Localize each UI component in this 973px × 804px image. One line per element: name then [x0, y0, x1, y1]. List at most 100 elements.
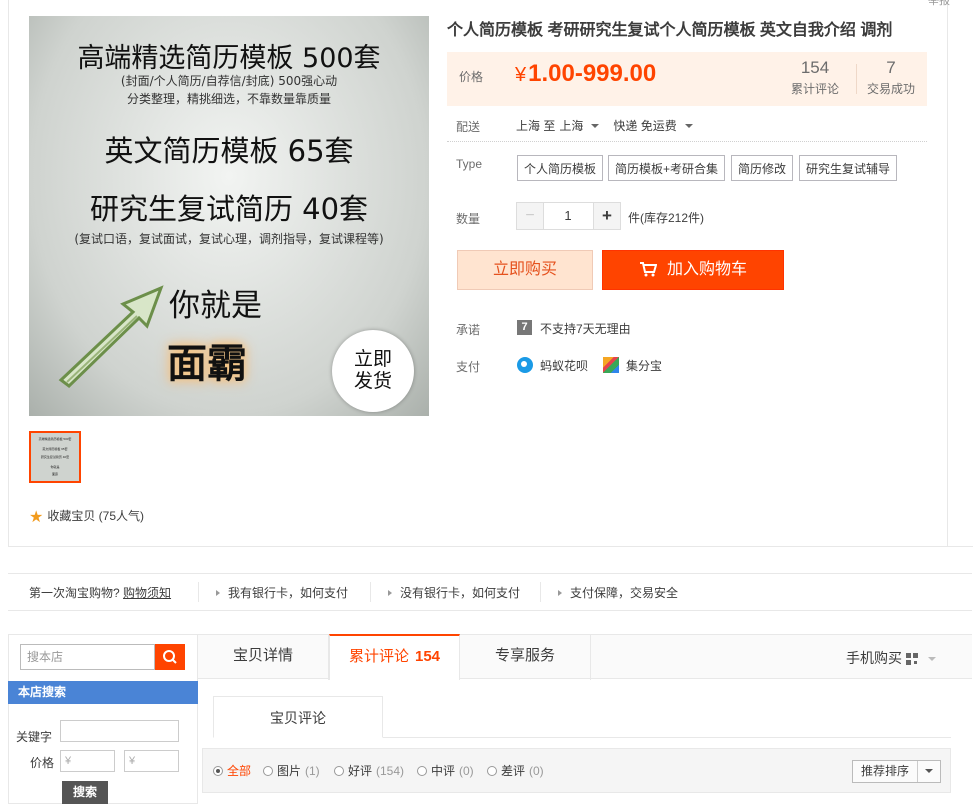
payment-huabei[interactable]: 蚂蚁花呗 [540, 357, 588, 374]
shop-search-button[interactable] [155, 644, 185, 670]
currency-symbol: ¥ [515, 64, 527, 86]
thumb-line-3: 研究生复试简历 40套 [40, 455, 70, 459]
quantity-input[interactable]: 1 [543, 202, 593, 230]
favorite-link[interactable]: ★ 收藏宝贝 (75人气) [29, 507, 144, 527]
add-to-cart-label: 加入购物车 [666, 261, 747, 278]
report-link[interactable]: 举报 [928, 0, 950, 8]
panel-divider [947, 0, 948, 546]
ship-to-select[interactable]: 上海 [559, 119, 609, 133]
price-to-input[interactable]: ¥ [124, 750, 179, 772]
option-resume-edit[interactable]: 简历修改 [731, 155, 794, 181]
sort-select[interactable]: 推荐排序 [852, 760, 941, 783]
quantity-increase-button[interactable]: + [593, 202, 621, 230]
filter-all[interactable]: 全部 [213, 762, 251, 779]
first-time-help: 第一次淘宝购物? 购物须知 [29, 584, 171, 601]
first-time-text: 第一次淘宝购物? [29, 586, 120, 600]
caret-right-icon [216, 590, 220, 596]
buy-now-button[interactable]: 立即购买 [457, 250, 593, 290]
option-resume-template[interactable]: 个人简历模板 [517, 155, 604, 181]
image-line-8: 面霸 [167, 341, 247, 387]
keyword-label: 关键字 [16, 730, 53, 744]
thumbnail-image[interactable]: 高端精选简历模板 500套 英文简历模板 65套 研究生复试简历 40套 你就是… [29, 431, 81, 483]
sales-count-stat: 7 交易成功 [867, 58, 915, 97]
main-product-image[interactable]: 高端精选简历模板 500套 (封面/个人简历/自荐信/封底) 500强心动 分类… [29, 16, 429, 416]
keyword-input[interactable] [60, 720, 179, 742]
seven-day-icon: 7 [517, 320, 532, 335]
thumb-line-2: 英文简历模板 65套 [42, 447, 68, 451]
help-no-bank-card-label: 没有银行卡，如何支付 [400, 586, 521, 600]
price-value: ¥1.00-999.00 [515, 60, 656, 88]
radio-icon [487, 766, 497, 776]
image-line-7: 你就是 [169, 288, 262, 324]
tab-reviews[interactable]: 累计评论 154 [329, 634, 460, 680]
price-range: 1.00-999.00 [528, 60, 657, 87]
mobile-buy-label: 手机购买 [846, 650, 902, 666]
chevron-down-icon[interactable] [917, 761, 940, 782]
tab-details[interactable]: 宝贝详情 [198, 634, 329, 680]
tab-services-label: 专享服务 [494, 647, 555, 664]
option-template-collection[interactable]: 简历模板+考研合集 [608, 155, 726, 181]
price-label: 价格 [459, 70, 484, 84]
tab-services[interactable]: 专享服务 [460, 634, 591, 680]
divider [370, 582, 371, 602]
caret-right-icon [558, 590, 562, 596]
quantity-label: 数量 [456, 212, 481, 226]
filter-negative[interactable]: 差评 (0) [487, 762, 544, 779]
quantity-decrease-button[interactable]: − [516, 202, 544, 230]
filter-neutral[interactable]: 中评 (0) [417, 762, 474, 779]
help-payment-security-label: 支付保障，交易安全 [570, 586, 679, 600]
filter-images[interactable]: 图片 (1) [263, 762, 320, 779]
radio-icon [417, 766, 427, 776]
star-icon: ★ [29, 509, 44, 526]
image-line-4: 英文简历模板 65套 [104, 134, 354, 168]
ship-method: 快递 免运费 [613, 119, 677, 133]
huabei-icon [517, 357, 533, 373]
sales-count-label: 交易成功 [867, 82, 916, 96]
qr-code-icon [906, 653, 918, 665]
review-count-stat[interactable]: 154 累计评论 [791, 58, 839, 97]
shipping-label: 配送 [456, 120, 481, 134]
sort-label: 推荐排序 [861, 764, 910, 778]
sidebar-search-button[interactable]: 搜索 [62, 781, 108, 804]
shopping-guide-link[interactable]: 购物须知 [123, 586, 171, 600]
payment-jifenbao[interactable]: 集分宝 [626, 357, 662, 374]
filter-positive[interactable]: 好评 (154) [334, 762, 404, 779]
review-count-label: 累计评论 [791, 82, 840, 96]
product-title: 个人简历模板 考研研究生复试个人简历模板 英文自我介绍 调剂 [447, 22, 893, 39]
help-bank-card[interactable]: 我有银行卡，如何支付 [216, 584, 348, 601]
badge-bottom: 发货 [353, 370, 392, 392]
image-line-5: 研究生复试简历 40套 [89, 192, 369, 226]
caret-right-icon [388, 590, 392, 596]
sales-count: 7 [886, 58, 896, 77]
option-interview-coaching[interactable]: 研究生复试辅导 [799, 155, 898, 181]
add-to-cart-button[interactable]: 加入购物车 [602, 250, 784, 290]
help-no-bank-card[interactable]: 没有银行卡，如何支付 [388, 584, 520, 601]
cart-icon [639, 262, 657, 277]
help-payment-security[interactable]: 支付保障，交易安全 [558, 584, 678, 601]
promise-text: 不支持7天无理由 [540, 322, 631, 336]
price-from-input[interactable]: ¥ [60, 750, 115, 772]
divider [540, 582, 541, 602]
jifenbao-icon [603, 357, 619, 373]
shop-search-input[interactable]: 搜本店 [20, 644, 155, 670]
image-line-1: 高端精选简历模板 500套 [77, 43, 381, 74]
stock-info: 件(库存212件) [628, 211, 705, 225]
ship-now-badge: 立即 发货 [332, 330, 414, 412]
thumb-line-1: 高端精选简历模板 500套 [38, 437, 72, 441]
mobile-buy-button[interactable]: 手机购买 [846, 648, 936, 668]
filter-positive-label: 好评 [348, 764, 373, 778]
review-count: 154 [800, 58, 830, 77]
tab-item-reviews[interactable]: 宝贝评论 [213, 696, 383, 738]
chevron-down-icon [591, 124, 600, 128]
image-line-6: (复试口语，复试面试，复试心理，调剂指导，复试课程等) [74, 232, 384, 246]
filter-negative-label: 差评 [501, 764, 526, 778]
favorite-label: 收藏宝贝 (75人气) [47, 509, 145, 523]
ship-method-select[interactable]: 快递 免运费 [613, 119, 702, 133]
price-filter-label: 价格 [30, 756, 55, 770]
thumb-line-5: 面霸 [51, 472, 58, 476]
filter-positive-count: (154) [376, 764, 405, 778]
help-bank-card-label: 我有银行卡，如何支付 [228, 586, 349, 600]
badge-top: 立即 [353, 348, 392, 370]
thumb-line-4: 你就是 [50, 465, 60, 469]
divider [447, 141, 927, 142]
